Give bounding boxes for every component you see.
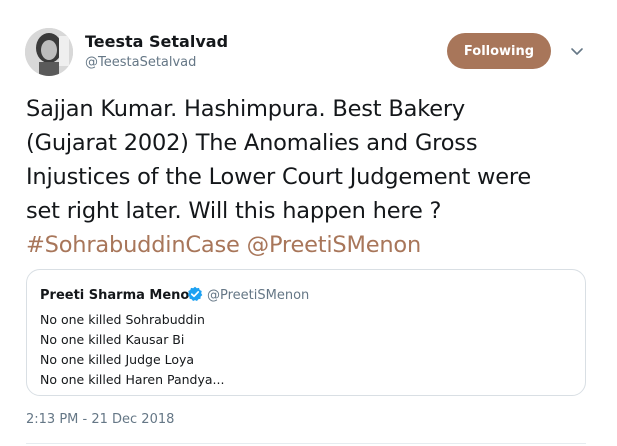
quoted-line: No one killed Judge Loya [40,352,195,367]
quoted-line: No one killed Sohrabuddin [40,312,205,327]
quoted-line: No one killed Haren Pandya... [40,372,225,387]
quoted-tweet[interactable]: Preeti Sharma Menon @PreetiSMenon No one… [26,269,586,396]
tweet-line-links: #SohrabuddinCase @PreetiSMenon [26,228,596,262]
divider [26,443,586,444]
author-name[interactable]: Teesta Setalvad [85,32,228,51]
quoted-line: No one killed Kausar Bi [40,332,185,347]
chevron-down-icon[interactable] [568,42,586,60]
avatar[interactable] [25,28,73,76]
tweet-line: (Gujarat 2002) The Anomalies and Gross [26,130,478,156]
tweet-line: set right later. Will this happen here ? [26,198,442,224]
verified-badge-icon [187,286,203,301]
tweet-line: Injustices of the Lower Court Judgement … [26,164,532,190]
quoted-author-handle: @PreetiSMenon [207,288,310,303]
tweet-text: Sajjan Kumar. Hashimpura. Best Bakery (G… [26,92,596,262]
following-button[interactable]: Following [447,33,551,69]
author-handle[interactable]: @TeestaSetalvad [85,55,196,70]
hashtag-link[interactable]: #SohrabuddinCase [26,232,240,258]
quoted-author-name: Preeti Sharma Menon [40,288,199,303]
tweet-card: Teesta Setalvad @TeestaSetalvad Followin… [0,0,617,446]
tweet-line: Sajjan Kumar. Hashimpura. Best Bakery [26,96,466,122]
mention-link[interactable]: @PreetiSMenon [247,232,422,258]
tweet-timestamp[interactable]: 2:13 PM - 21 Dec 2018 [26,412,174,427]
quoted-tweet-text: No one killed Sohrabuddin No one killed … [40,310,224,390]
